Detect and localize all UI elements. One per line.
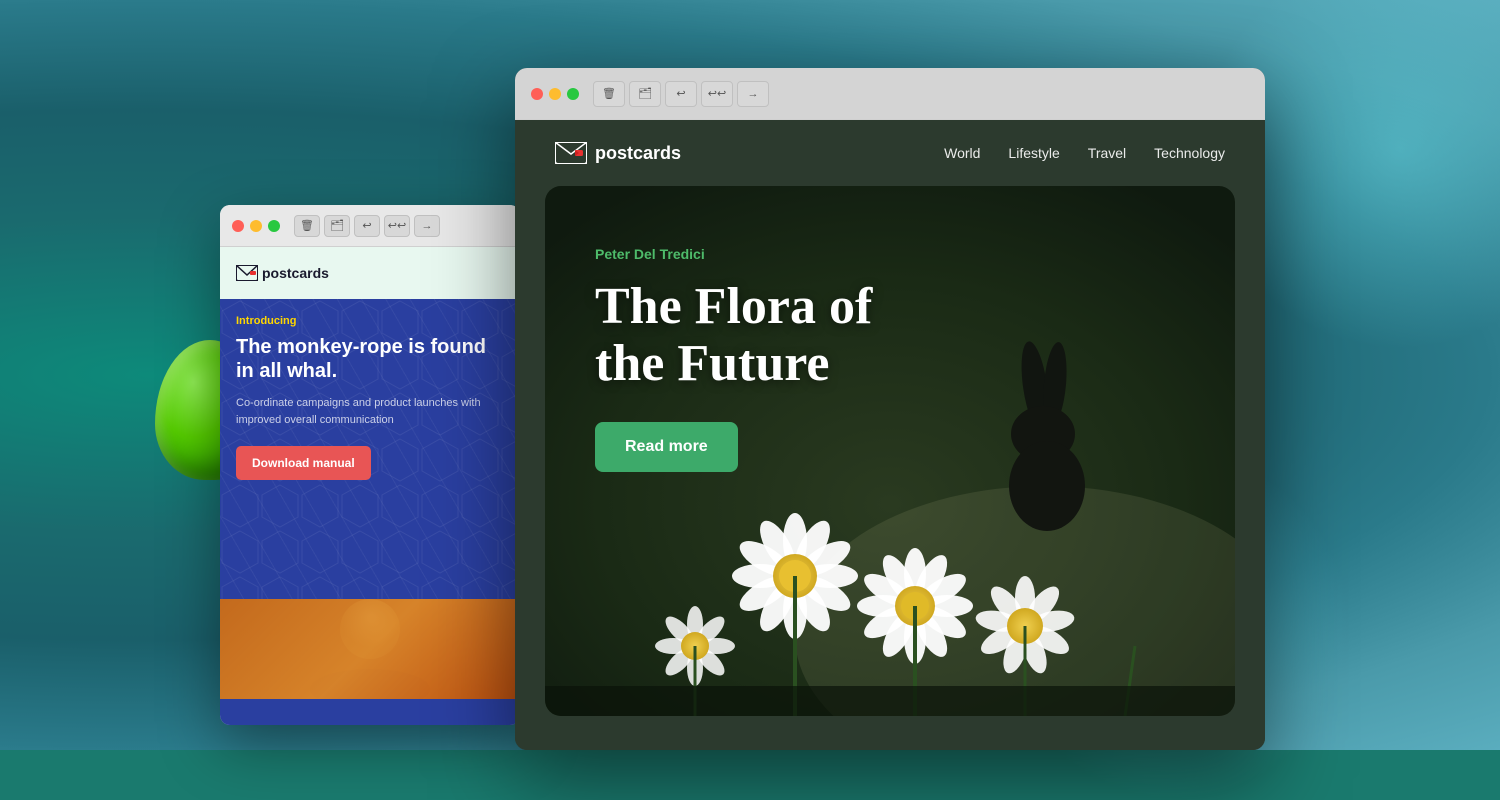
nav-link-technology[interactable]: Technology: [1154, 145, 1225, 161]
close-button[interactable]: [232, 220, 244, 232]
window-controls: [232, 220, 280, 232]
front-nav-links: World Lifestyle Travel Technology: [944, 145, 1225, 161]
delete-button[interactable]: 🗑: [294, 215, 320, 237]
postcards-icon-small: [236, 265, 258, 281]
footer-image-svg: [220, 599, 520, 699]
front-logo: postcards: [555, 142, 681, 164]
front-forward-button[interactable]: →: [737, 81, 769, 107]
postcards-logo-icon: [555, 142, 587, 164]
front-window-controls: [531, 88, 579, 100]
front-email-nav: postcards World Lifestyle Travel Technol…: [515, 120, 1265, 186]
front-maximize-button[interactable]: [567, 88, 579, 100]
front-email-window: 🗑 🗂 ↩ ↩↩ → postcards World Lifestyle T: [515, 68, 1265, 750]
front-delete-button[interactable]: 🗑: [593, 81, 625, 107]
maximize-button[interactable]: [268, 220, 280, 232]
front-window-titlebar: 🗑 🗂 ↩ ↩↩ →: [515, 68, 1265, 120]
archive-button[interactable]: 🗂: [324, 215, 350, 237]
forward-button[interactable]: →: [414, 215, 440, 237]
nav-link-lifestyle[interactable]: Lifestyle: [1008, 145, 1059, 161]
back-email-header: postcards: [220, 247, 520, 299]
nav-link-travel[interactable]: Travel: [1088, 145, 1126, 161]
front-email-content: postcards World Lifestyle Travel Technol…: [515, 120, 1265, 750]
back-window-titlebar: 🗑 🗂 ↩ ↩↩ →: [220, 205, 520, 247]
front-reply-all-button[interactable]: ↩↩: [701, 81, 733, 107]
minimize-button[interactable]: [250, 220, 262, 232]
front-toolbar-buttons: 🗑 🗂 ↩ ↩↩ →: [593, 81, 769, 107]
back-email-headline: The monkey-rope is found in all whal.: [236, 335, 504, 383]
hero-author: Peter Del Tredici: [595, 246, 872, 262]
back-email-subtext: Co-ordinate campaigns and product launch…: [236, 395, 504, 428]
toolbar-buttons: 🗑 🗂 ↩ ↩↩ →: [294, 215, 440, 237]
front-minimize-button[interactable]: [549, 88, 561, 100]
introducing-label: Introducing: [236, 315, 504, 327]
back-logo: postcards: [236, 265, 329, 281]
hero-title-line1: The Flora of: [595, 278, 872, 335]
back-email-footer-image: [220, 599, 520, 699]
front-archive-button[interactable]: 🗂: [629, 81, 661, 107]
back-email-window: 🗑 🗂 ↩ ↩↩ → postcards: [220, 205, 520, 725]
hero-title: The Flora of the Future: [595, 278, 872, 392]
back-logo-text: postcards: [262, 265, 329, 281]
hero-title-line2: the Future: [595, 335, 829, 392]
front-logo-text: postcards: [595, 143, 681, 164]
hero-section: Peter Del Tredici The Flora of the Futur…: [545, 186, 1235, 716]
reply-all-button[interactable]: ↩↩: [384, 215, 410, 237]
front-reply-button[interactable]: ↩: [665, 81, 697, 107]
hero-text-block: Peter Del Tredici The Flora of the Futur…: [595, 246, 872, 472]
back-email-body: Introducing The monkey-rope is found in …: [220, 299, 520, 599]
download-manual-button[interactable]: Download manual: [236, 446, 371, 480]
back-email-content: postcards Introducing The monkey-rope is…: [220, 247, 520, 725]
nav-link-world[interactable]: World: [944, 145, 980, 161]
front-close-button[interactable]: [531, 88, 543, 100]
read-more-button[interactable]: Read more: [595, 422, 738, 472]
reply-button[interactable]: ↩: [354, 215, 380, 237]
